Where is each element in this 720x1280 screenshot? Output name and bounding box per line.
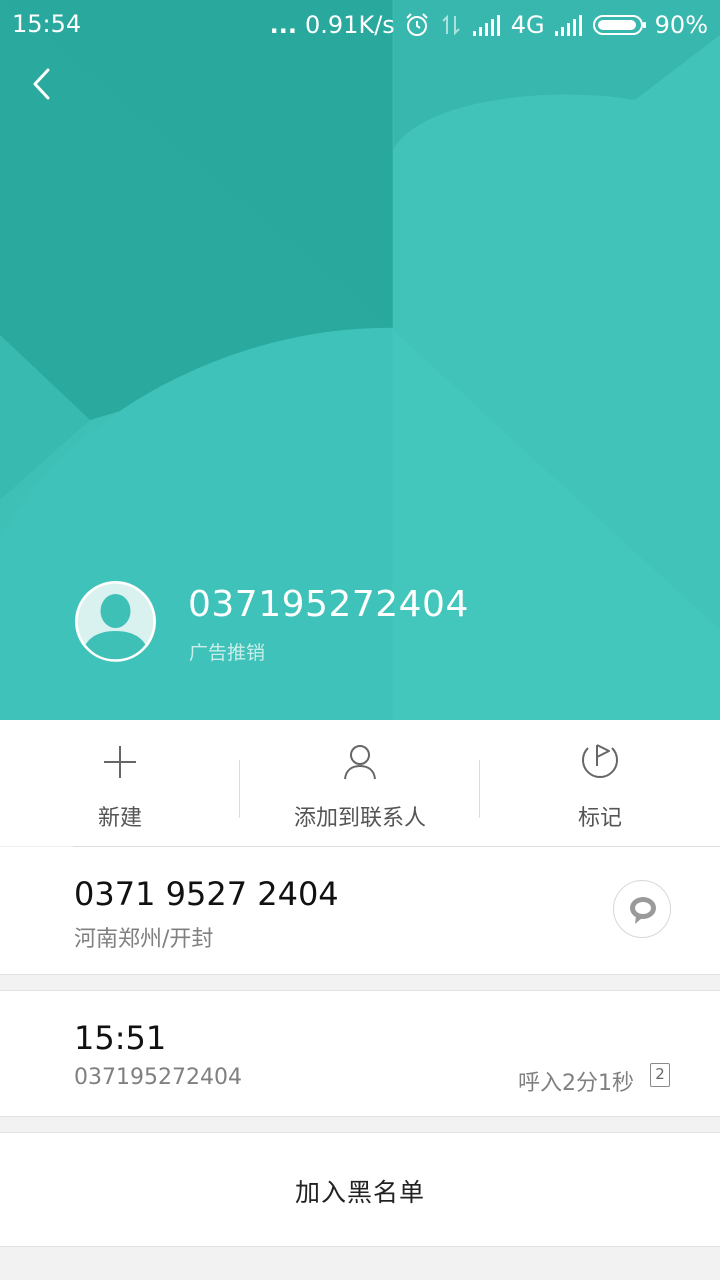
contact-header: 15:54 ... 0.91K/s 4G 90% 037195272404 广告… [0,0,720,720]
call-time: 15:51 [74,1019,167,1057]
flag-icon [582,744,618,779]
section-separator [0,974,720,991]
person-silhouette-icon [75,581,156,662]
add-to-blacklist-button[interactable]: 加入黑名单 [0,1133,720,1246]
number-location: 河南郑州/开封 [74,927,214,952]
new-contact-button[interactable]: 新建 [0,720,240,846]
status-time: 15:54 [12,10,82,38]
message-bubble-icon [630,897,656,924]
chevron-left-icon [33,68,50,100]
network-type: 4G [510,11,545,39]
add-to-contacts-label: 添加到联系人 [293,806,426,831]
status-bar: 15:54 ... 0.91K/s 4G 90% [0,0,720,50]
section-separator [0,1116,720,1133]
call-detail: 呼入2分1秒 [518,1071,634,1096]
signal-icon-2 [554,15,582,36]
call-number: 037195272404 [74,1065,242,1090]
sim-card-icon: 2 [650,1063,670,1087]
mark-label: 标记 [577,806,622,831]
formatted-number: 0371 9527 2404 [74,875,339,913]
back-button[interactable] [22,62,62,106]
plus-icon [104,746,136,778]
status-icons: ... 0.91K/s 4G 90% [270,8,708,42]
new-contact-label: 新建 [97,806,142,831]
mark-button[interactable]: 标记 [480,720,720,846]
avatar [75,581,156,662]
battery-icon [592,15,646,35]
send-message-button[interactable] [613,880,671,938]
action-bar: 新建 添加到联系人 标记 [0,720,720,846]
net-speed: 0.91K/s [305,11,395,39]
signal-icon-1 [472,15,500,36]
phone-number-row[interactable]: 0371 9527 2404 河南郑州/开封 [0,847,720,974]
blacklist-label: 加入黑名单 [294,1178,425,1207]
add-to-contacts-button[interactable]: 添加到联系人 [240,720,480,846]
caller-tag: 广告推销 [189,642,266,664]
person-icon [344,745,376,780]
data-transfer-icon [442,14,460,36]
caller-number: 037195272404 [188,584,469,625]
more-dots: ... [269,11,298,39]
bottom-spacer [0,1246,720,1280]
alarm-icon [406,13,428,36]
call-log-row[interactable]: 15:51 037195272404 呼入2分1秒 [0,991,720,1116]
battery-level: 90% [654,11,708,39]
